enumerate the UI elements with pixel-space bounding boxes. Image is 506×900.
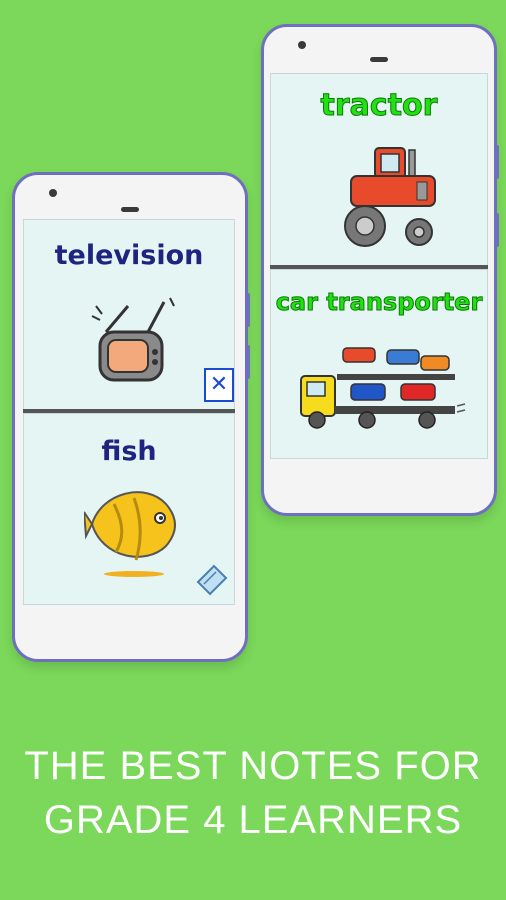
car-transporter-icon xyxy=(300,347,466,429)
left-phone-screen: television ✕ fish xyxy=(23,219,235,605)
flashcard-tractor[interactable]: tractor xyxy=(270,73,488,267)
right-phone-screen: tractor car transporter xyxy=(270,73,488,459)
tagline-line-2: GRADE 4 LEARNERS xyxy=(43,798,463,842)
card-word: tractor xyxy=(320,88,438,124)
note-icon[interactable] xyxy=(194,562,230,598)
side-button xyxy=(495,145,499,179)
tagline-line-1: THE BEST NOTES FOR xyxy=(24,744,482,788)
speaker-grille xyxy=(121,207,139,212)
card-word: television xyxy=(54,240,204,271)
camera-dot xyxy=(49,189,57,197)
tractor-icon xyxy=(344,147,436,247)
camera-dot xyxy=(298,41,306,49)
side-button xyxy=(495,213,499,247)
side-button xyxy=(246,345,250,379)
speaker-grille xyxy=(370,57,388,62)
flashcard-car-transporter[interactable]: car transporter xyxy=(270,269,488,459)
close-badge-icon[interactable]: ✕ xyxy=(204,368,234,402)
fish-icon xyxy=(84,491,176,577)
side-button xyxy=(246,293,250,327)
card-word: car transporter xyxy=(275,288,483,317)
flashcard-fish[interactable]: fish xyxy=(23,413,235,605)
right-phone-mockup: tractor car transporter xyxy=(261,24,499,516)
flashcard-television[interactable]: television ✕ xyxy=(23,219,235,411)
television-icon xyxy=(91,297,175,382)
card-word: fish xyxy=(101,436,157,467)
left-phone-mockup: television ✕ fish xyxy=(12,172,250,662)
